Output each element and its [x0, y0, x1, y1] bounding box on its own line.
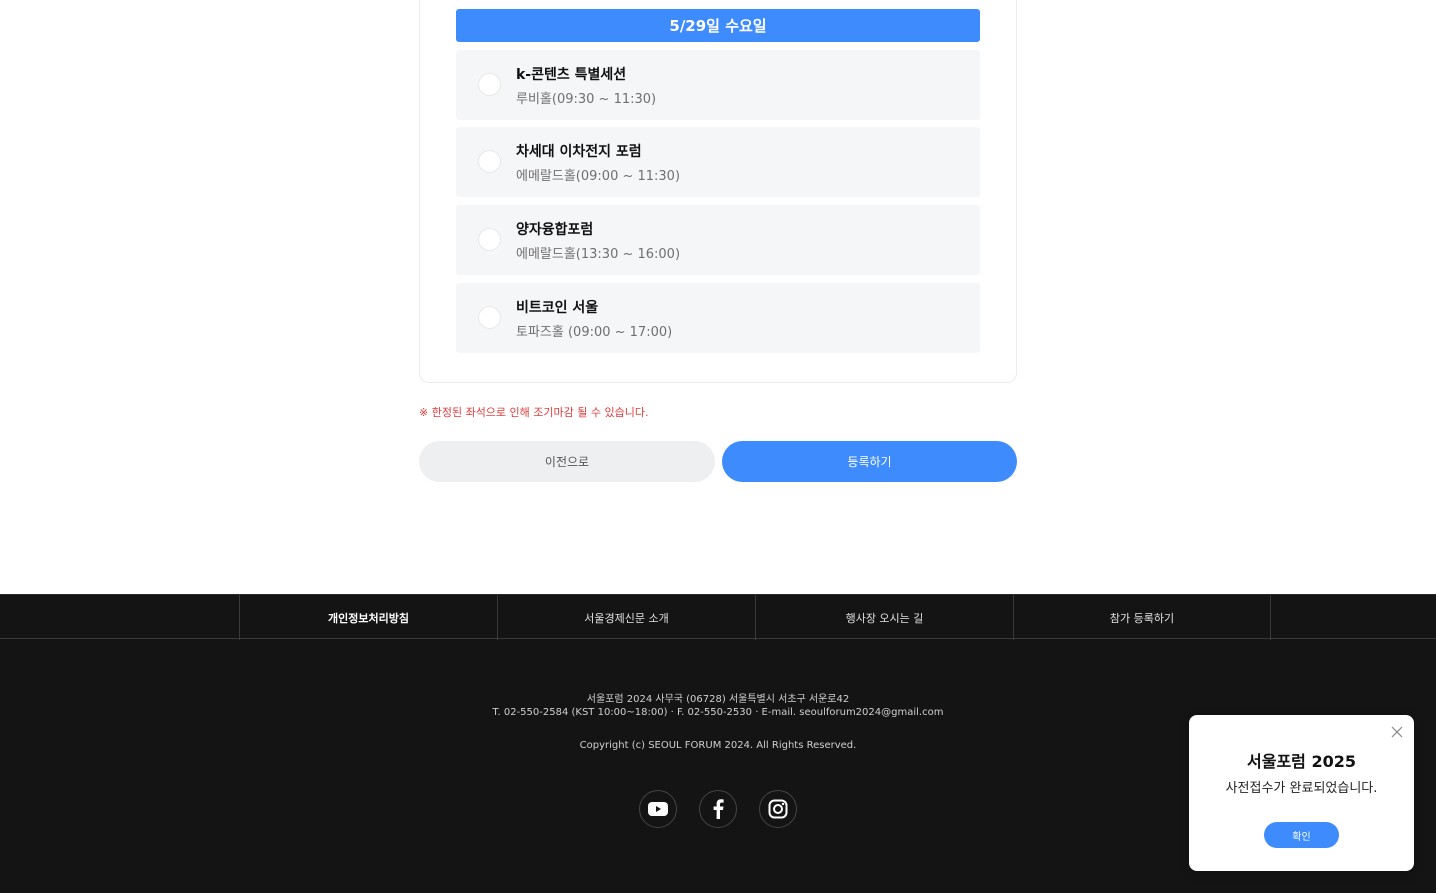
instagram-icon [768, 799, 788, 819]
session-option[interactable]: 양자융합포럼 에메랄드홀(13:30 ~ 16:00) [456, 205, 980, 275]
footer-link-register[interactable]: 참가 등록하기 [1013, 595, 1271, 640]
registration-complete-modal: 서울포럼 2025 사전접수가 완료되었습니다. 확인 [1189, 715, 1414, 871]
session-title: k-콘텐츠 특별세션 [516, 67, 627, 83]
instagram-link[interactable] [759, 790, 797, 828]
date-header: 5/29일 수요일 [456, 9, 980, 42]
register-button[interactable]: 등록하기 [722, 441, 1017, 482]
youtube-link[interactable] [639, 790, 677, 828]
modal-title: 서울포럼 2025 [1247, 752, 1356, 771]
session-title: 비트코인 서울 [516, 300, 599, 316]
radio-button[interactable] [478, 73, 501, 96]
session-time: 에메랄드홀(09:00 ~ 11:30) [516, 169, 681, 184]
confirm-button[interactable]: 확인 [1264, 822, 1339, 848]
session-time: 에메랄드홀(13:30 ~ 16:00) [516, 247, 681, 262]
session-title: 양자융합포럼 [516, 222, 594, 238]
footer-address: 서울포럼 2024 사무국 (06728) 서울특별시 서초구 서운로42 [586, 694, 850, 705]
footer-nav: 개인정보처리방침 서울경제신문 소개 행사장 오시는 길 참가 등록하기 [0, 594, 1436, 640]
session-option[interactable]: 차세대 이차전지 포럼 에메랄드홀(09:00 ~ 11:30) [456, 127, 980, 197]
seat-limit-notice: ※ 한정된 좌석으로 인해 조기마감 될 수 있습니다. [419, 406, 649, 419]
modal-message: 사전접수가 완료되었습니다. [1225, 781, 1378, 796]
facebook-icon [713, 799, 724, 819]
footer-link-about[interactable]: 서울경제신문 소개 [497, 595, 755, 640]
youtube-icon [648, 802, 668, 816]
session-option[interactable]: 비트코인 서울 토파즈홀 (09:00 ~ 17:00) [456, 283, 980, 353]
session-time: 토파즈홀 (09:00 ~ 17:00) [516, 325, 673, 340]
facebook-link[interactable] [699, 790, 737, 828]
radio-button[interactable] [478, 306, 501, 329]
session-option[interactable]: k-콘텐츠 특별세션 루비홀(09:30 ~ 11:30) [456, 50, 980, 120]
footer-link-directions[interactable]: 행사장 오시는 길 [755, 595, 1013, 640]
radio-button[interactable] [478, 150, 501, 173]
session-time: 루비홀(09:30 ~ 11:30) [516, 92, 657, 107]
session-title: 차세대 이차전지 포럼 [516, 144, 642, 160]
footer-link-privacy[interactable]: 개인정보처리방침 [239, 595, 497, 640]
radio-button[interactable] [478, 228, 501, 251]
close-icon[interactable] [1390, 725, 1404, 739]
prev-button[interactable]: 이전으로 [419, 441, 715, 482]
